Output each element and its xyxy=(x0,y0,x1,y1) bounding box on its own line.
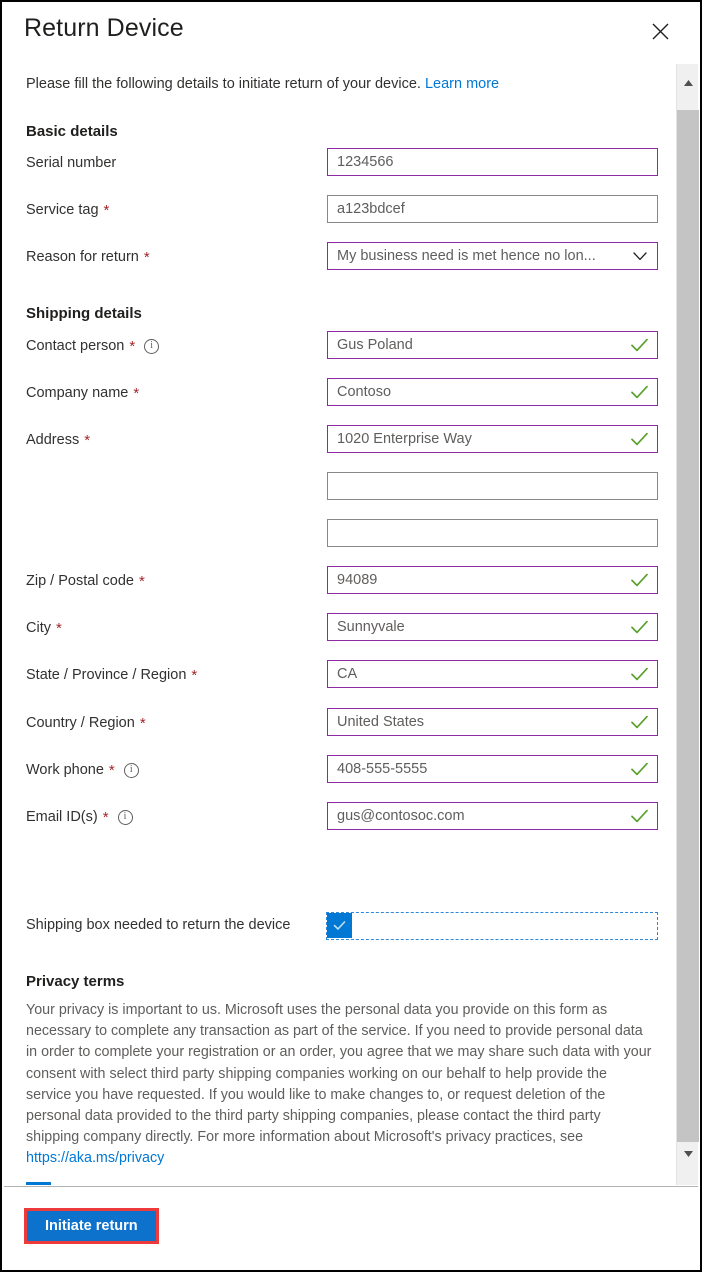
field-value: Contoso xyxy=(337,384,392,400)
field-value: 408-555-5555 xyxy=(337,761,428,777)
required-asterisk: * xyxy=(133,384,140,402)
chevron-down-icon[interactable] xyxy=(627,251,653,261)
input-contact-person[interactable]: Gus Poland xyxy=(327,331,658,359)
label-text: Work phone xyxy=(26,762,104,778)
input-email-id-s[interactable]: gus@contosoc.com xyxy=(327,802,658,830)
field-value: 1234566 xyxy=(337,154,394,170)
required-asterisk: * xyxy=(129,337,136,355)
field-value: My business need is met hence no lon... xyxy=(337,248,596,264)
label-text: Service tag xyxy=(26,202,99,218)
label-text: Serial number xyxy=(26,155,117,171)
field-value: Sunnyvale xyxy=(337,619,405,635)
return-device-dialog: Return Device Please fill the following … xyxy=(0,0,702,1272)
intro-sentence: Please fill the following details to ini… xyxy=(26,76,421,92)
label-text: Address xyxy=(26,432,80,448)
label-text: City xyxy=(26,620,51,636)
input-work-phone[interactable]: 408-555-5555 xyxy=(327,755,658,783)
field-value: a123bdcef xyxy=(337,201,405,217)
section-heading-shipping-details: Shipping details xyxy=(26,305,142,322)
close-icon[interactable] xyxy=(646,17,674,45)
footer-divider xyxy=(4,1186,698,1187)
label-company-name: Company name * xyxy=(26,385,139,401)
scrollbar-thumb[interactable] xyxy=(677,110,699,1142)
input-service-tag[interactable]: a123bdcef xyxy=(327,195,658,223)
input-zip-postal-code[interactable]: 94089 xyxy=(327,566,658,594)
label-zip-postal-code: Zip / Postal code * xyxy=(26,573,145,589)
label-serial-number: Serial number xyxy=(26,155,116,171)
valid-checkmark-icon xyxy=(627,338,651,352)
vertical-scrollbar[interactable] xyxy=(676,64,699,1185)
intro-text: Please fill the following details to ini… xyxy=(26,76,499,92)
valid-checkmark-icon xyxy=(627,715,651,729)
field-value: 1020 Enterprise Way xyxy=(337,431,472,447)
label-text: Company name xyxy=(26,385,129,401)
required-asterisk: * xyxy=(55,619,62,637)
scroll-down-arrow-icon[interactable] xyxy=(677,1143,699,1165)
label-state-province-region: State / Province / Region * xyxy=(26,667,197,683)
label-email-id-s: Email ID(s) * i xyxy=(26,809,133,825)
page-title: Return Device xyxy=(24,14,184,42)
info-icon[interactable]: i xyxy=(117,809,133,825)
label-country-region: Country / Region * xyxy=(26,715,146,731)
field-value: gus@contosoc.com xyxy=(337,808,465,824)
label-work-phone: Work phone * i xyxy=(26,762,139,778)
required-asterisk: * xyxy=(102,808,109,826)
valid-checkmark-icon xyxy=(627,620,651,634)
privacy-policy-link[interactable]: https://aka.ms/privacy xyxy=(26,1150,164,1166)
valid-checkmark-icon xyxy=(627,667,651,681)
label-text: Reason for return xyxy=(26,249,139,265)
valid-checkmark-icon xyxy=(627,385,651,399)
required-asterisk: * xyxy=(84,431,91,449)
input-address-line-4[interactable] xyxy=(327,519,658,547)
field-value: United States xyxy=(337,714,425,730)
valid-checkmark-icon xyxy=(627,432,651,446)
privacy-paragraph: Your privacy is important to us. Microso… xyxy=(26,1002,652,1146)
shipping-box-checkbox[interactable] xyxy=(327,913,352,938)
input-serial-number[interactable]: 1234566 xyxy=(327,148,658,176)
shipping-box-focus-outline xyxy=(326,912,658,940)
input-city[interactable]: Sunnyvale xyxy=(327,613,658,641)
dialog-scroll-area: Please fill the following details to ini… xyxy=(4,64,680,1185)
valid-checkmark-icon xyxy=(627,762,651,776)
label-city: City * xyxy=(26,620,62,636)
field-value: CA xyxy=(337,666,358,682)
label-address: Address * xyxy=(26,432,90,448)
input-address[interactable]: 1020 Enterprise Way xyxy=(327,425,658,453)
label-text: State / Province / Region xyxy=(26,667,187,683)
required-asterisk: * xyxy=(103,201,110,219)
initiate-return-highlight: Initiate return xyxy=(24,1208,159,1244)
label-text: Zip / Postal code xyxy=(26,573,134,589)
label-reason-for-return: Reason for return * xyxy=(26,249,150,265)
label-text: Email ID(s) xyxy=(26,809,98,825)
privacy-terms-body: Your privacy is important to us. Microso… xyxy=(26,1000,654,1170)
learn-more-link[interactable]: Learn more xyxy=(425,76,499,92)
input-address-line-3[interactable] xyxy=(327,472,658,500)
valid-checkmark-icon xyxy=(627,573,651,587)
info-icon[interactable]: i xyxy=(144,338,160,354)
initiate-return-button[interactable]: Initiate return xyxy=(27,1211,156,1241)
label-text: Contact person xyxy=(26,338,125,354)
privacy-agreement-checkbox[interactable] xyxy=(26,1182,51,1185)
label-text: Country / Region xyxy=(26,715,135,731)
input-company-name[interactable]: Contoso xyxy=(327,378,658,406)
section-heading-basic-details: Basic details xyxy=(26,123,118,140)
scroll-up-arrow-icon[interactable] xyxy=(677,72,699,94)
required-asterisk: * xyxy=(139,572,145,590)
shipping-box-label: Shipping box needed to return the device xyxy=(26,917,291,933)
info-icon[interactable]: i xyxy=(123,762,139,778)
label-contact-person: Contact person * i xyxy=(26,337,160,355)
required-asterisk: * xyxy=(139,714,146,732)
input-state-province-region[interactable]: CA xyxy=(327,660,658,688)
privacy-terms-heading: Privacy terms xyxy=(26,973,125,990)
label-service-tag: Service tag * xyxy=(26,202,109,218)
field-value: Gus Poland xyxy=(337,337,413,353)
privacy-agreement-row: I have reviewed the provided information… xyxy=(26,1182,525,1185)
required-asterisk: * xyxy=(191,666,198,684)
input-country-region[interactable]: United States xyxy=(327,708,658,736)
dropdown-reason-for-return[interactable]: My business need is met hence no lon... xyxy=(327,242,658,270)
required-asterisk: * xyxy=(143,248,150,266)
valid-checkmark-icon xyxy=(627,809,651,823)
required-asterisk: * xyxy=(108,761,115,779)
field-value: 94089 xyxy=(337,572,378,588)
